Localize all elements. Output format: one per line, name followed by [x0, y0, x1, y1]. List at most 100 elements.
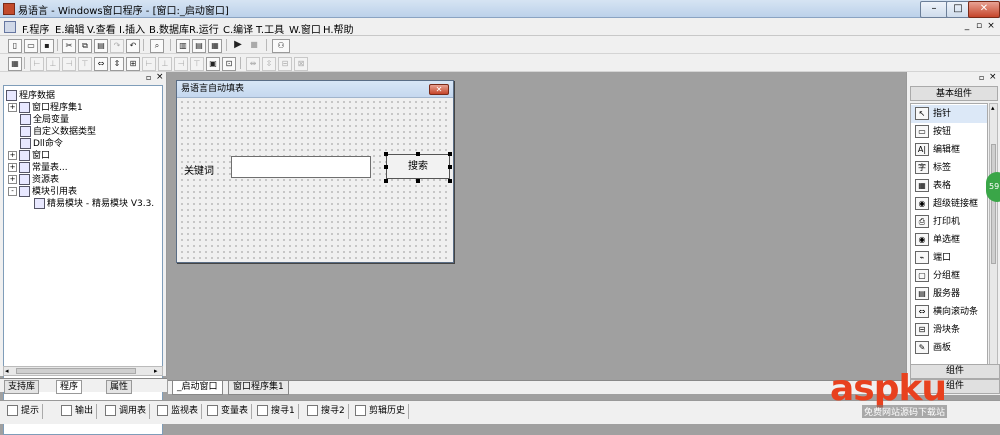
menu-program[interactable]: F.程序 — [22, 21, 49, 36]
open-icon[interactable]: ▭ — [24, 39, 38, 53]
resize-handle[interactable] — [384, 165, 388, 169]
same-size-icon[interactable]: ⊞ — [126, 57, 140, 71]
resize-handle[interactable] — [448, 152, 452, 156]
find-icon[interactable]: ⌕ — [150, 39, 164, 53]
tab-hint[interactable]: 提示 — [4, 404, 44, 419]
paste-icon[interactable]: ▤ — [94, 39, 108, 53]
vspace-icon[interactable]: ⊥ — [158, 57, 172, 71]
resize-handle[interactable] — [416, 152, 420, 156]
align-left-icon[interactable]: ⊢ — [30, 57, 44, 71]
same-width-icon[interactable]: ⇔ — [94, 57, 108, 71]
component-item[interactable]: ◉ 单选框 — [911, 231, 987, 249]
component-category-basic[interactable]: 基本组件 — [910, 86, 998, 101]
tab-watch[interactable]: 监视表 — [154, 404, 203, 419]
tree-node[interactable]: 程序数据 — [6, 90, 55, 102]
form-grid[interactable] — [179, 99, 451, 261]
floating-badge[interactable]: 59 — [986, 172, 1000, 202]
spacing2-icon[interactable]: ⇳ — [262, 57, 276, 71]
copy-icon[interactable]: ⧉ — [78, 39, 92, 53]
search-button[interactable]: 搜索 — [386, 154, 450, 179]
order-icon[interactable]: ▣ — [206, 57, 220, 71]
spacing3-icon[interactable]: ⊟ — [278, 57, 292, 71]
component-item[interactable]: ↖ 指针 — [911, 105, 987, 123]
component-item[interactable]: ⎙ 打印机 — [911, 213, 987, 231]
keyword-input[interactable] — [231, 156, 371, 178]
collapse-icon[interactable]: - — [8, 187, 17, 196]
component-item[interactable]: ▤ 服务器 — [911, 285, 987, 303]
mdi-minimize-button[interactable]: _ — [962, 21, 972, 31]
new-icon[interactable]: ▯ — [8, 39, 22, 53]
tree-node[interactable]: 全局变量 — [20, 114, 69, 126]
mdi-close-button[interactable]: × — [986, 21, 996, 31]
component-item[interactable]: ▢ 分组框 — [911, 267, 987, 285]
tab-window-module[interactable]: 窗口程序集1 — [228, 381, 289, 395]
component-vertical-scrollbar[interactable]: ▴ ▾ — [989, 103, 998, 383]
tree-node[interactable]: Dll命令 — [20, 138, 63, 150]
maximize-button[interactable]: □ — [946, 1, 970, 18]
tab-search2[interactable]: 搜寻2 — [304, 404, 349, 419]
component-item[interactable]: ⇔ 横向滚动条 — [911, 303, 987, 321]
resize-handle[interactable] — [416, 179, 420, 183]
scroll-up-icon[interactable]: ▴ — [991, 104, 995, 112]
menu-insert[interactable]: I.插入 — [119, 21, 145, 36]
tree-node[interactable]: + 窗口程序集1 — [8, 102, 83, 114]
expand-icon[interactable]: + — [8, 151, 17, 160]
stop-icon[interactable]: ■ — [248, 39, 260, 51]
mdi-restore-button[interactable]: ▫ — [974, 21, 984, 31]
resize-handle[interactable] — [448, 165, 452, 169]
save-icon[interactable]: ▪ — [40, 39, 54, 53]
scroll-right-icon[interactable]: ▸ — [154, 367, 158, 375]
component-item[interactable]: 字标签 — [911, 159, 987, 177]
expand-icon[interactable]: + — [8, 175, 17, 184]
component-item[interactable]: ▭ 按钮 — [911, 123, 987, 141]
menu-compile[interactable]: C.编译 — [223, 21, 253, 36]
menu-edit[interactable]: E.编辑 — [55, 21, 85, 36]
tab-order-icon[interactable]: ⊡ — [222, 57, 236, 71]
component-item[interactable]: ▦ 表格 — [911, 177, 987, 195]
expand-icon[interactable]: + — [8, 163, 17, 172]
menu-view[interactable]: V.查看 — [87, 21, 116, 36]
close-button[interactable]: ✕ — [968, 1, 1000, 18]
tab-variables[interactable]: 变量表 — [204, 404, 253, 419]
tab-clip-history[interactable]: 剪辑历史 — [352, 404, 410, 419]
tab-program[interactable]: 程序 — [56, 380, 83, 394]
spacing1-icon[interactable]: ⇹ — [246, 57, 260, 71]
undo-icon[interactable]: ↶ — [126, 39, 140, 53]
redo-icon[interactable]: ↷ — [110, 39, 124, 53]
layout2-icon[interactable]: ▤ — [192, 39, 206, 53]
tree-node[interactable]: 自定义数据类型 — [20, 126, 96, 138]
component-item[interactable]: ◉ 超级链接框 — [911, 195, 987, 213]
scroll-thumb[interactable] — [991, 144, 996, 264]
grid-icon[interactable]: ▦ — [8, 57, 22, 71]
tab-properties[interactable]: 属性 — [106, 380, 133, 394]
minimize-button[interactable]: – — [920, 1, 948, 18]
pin-icon[interactable]: ▫ — [979, 73, 984, 82]
align-center-icon[interactable]: ⊥ — [46, 57, 60, 71]
tab-startup-window[interactable]: _启动窗口 — [172, 381, 223, 395]
tree-node[interactable]: + 资源表 — [8, 174, 59, 186]
scroll-left-icon[interactable]: ◂ — [5, 367, 9, 375]
layout3-icon[interactable]: ▦ — [208, 39, 222, 53]
spacing4-icon[interactable]: ⊠ — [294, 57, 308, 71]
layout1-icon[interactable]: ▥ — [176, 39, 190, 53]
tree-node[interactable]: 精易模块 - 精易模块 V3.3. — [34, 198, 154, 210]
resize-handle[interactable] — [384, 152, 388, 156]
run-icon[interactable]: ▶ — [232, 39, 244, 51]
form-close-icon[interactable]: ✕ — [429, 84, 449, 95]
align-top-icon[interactable]: ⊤ — [78, 57, 92, 71]
tab-support-lib[interactable]: 支持库 — [4, 380, 40, 394]
panel-close-icon[interactable]: × — [156, 72, 164, 82]
panel-close-icon[interactable]: × — [989, 72, 997, 82]
pin-icon[interactable]: ▫ — [146, 73, 151, 82]
resize-handle[interactable] — [384, 179, 388, 183]
resize-handle[interactable] — [448, 179, 452, 183]
component-item[interactable]: ⌁ 端口 — [911, 249, 987, 267]
component-item[interactable]: A| 编辑框 — [911, 141, 987, 159]
component-item[interactable]: ⊟ 滑块条 — [911, 321, 987, 339]
menu-window[interactable]: W.窗口 — [289, 21, 321, 36]
debug-icon[interactable]: ⚇ — [272, 39, 290, 53]
align-right-icon[interactable]: ⊣ — [62, 57, 76, 71]
tree-node[interactable]: - 模块引用表 — [8, 186, 77, 198]
menu-run[interactable]: R.运行 — [189, 21, 219, 36]
center-h-icon[interactable]: ⊣ — [174, 57, 188, 71]
